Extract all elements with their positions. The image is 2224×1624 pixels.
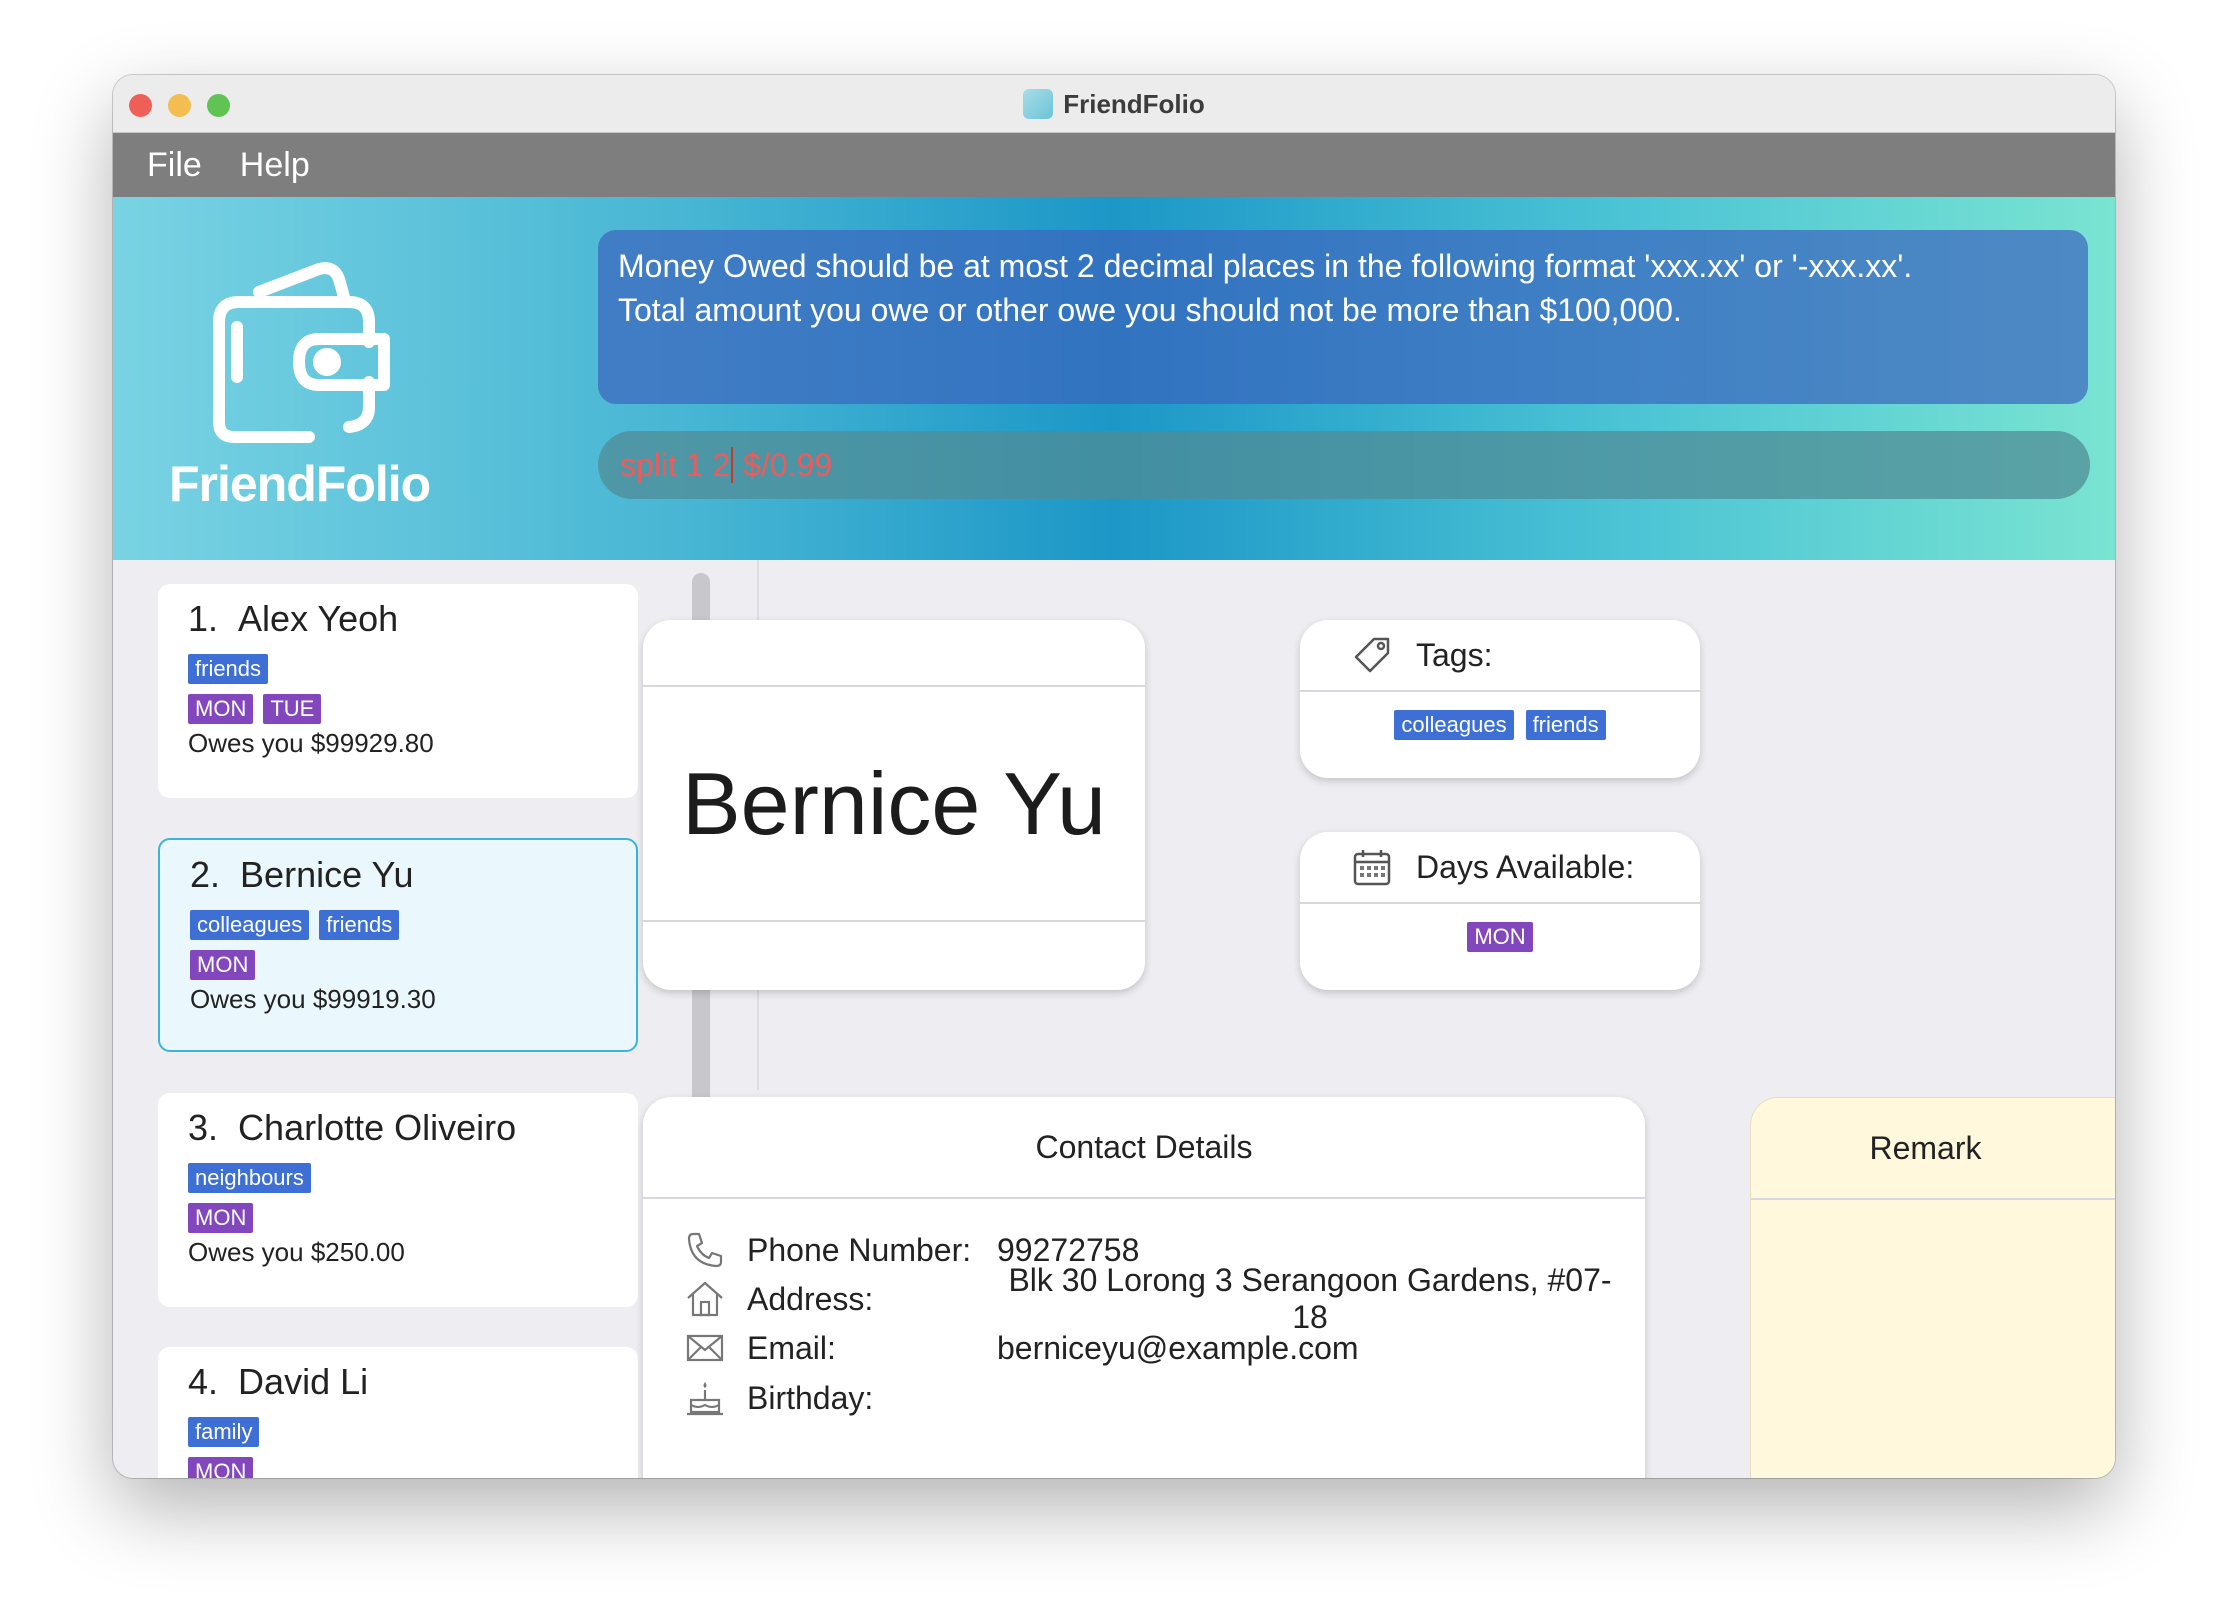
tags-label: Tags: [1416,636,1493,673]
title-bar: FriendFolio [113,75,2115,133]
tag-chip: colleagues [1394,710,1514,740]
tag-chip: colleagues [190,910,310,940]
window-title: FriendFolio [1063,88,1205,119]
email-row: Email: berniceyu@example.com [683,1323,1623,1373]
tag-chip: friends [319,910,400,940]
result-line: Money Owed should be at most 2 decimal p… [618,248,1913,284]
tag-icon [1354,637,1390,673]
app-icon [1023,89,1054,119]
remark-title: Remark [1751,1098,2115,1200]
day-chip: MON [190,950,256,980]
tag-chip: friends [1525,710,1606,740]
birthday-row: Birthday: [683,1373,1623,1423]
tag-chip: friends [188,654,269,684]
day-chip: MON [188,1457,254,1478]
menu-bar: File Help [113,133,2115,197]
tags-card: Tags: colleagues friends [1300,620,1700,778]
detail-name: Bernice Yu [681,753,1106,853]
result-display: Money Owed should be at most 2 decimal p… [598,230,2088,404]
address-label: Address: [747,1280,874,1317]
result-line: Total amount you owe or other owe you sh… [618,292,1682,328]
birthday-label: Birthday: [747,1379,874,1416]
app-window: FriendFolio File Help FriendFolio Money … [113,75,2115,1478]
command-input[interactable]: split 1 2 $/0.99 [598,431,2090,499]
person-card-selected[interactable]: 2. Bernice Yu colleagues friends MON Owe… [158,838,638,1052]
day-chip: MON [1467,922,1533,952]
menu-help[interactable]: Help [240,146,310,185]
wallet-icon [213,262,390,443]
app-logo: FriendFolio [169,257,431,512]
person-card[interactable]: 4. David Li family MON [158,1347,638,1478]
calendar-icon [1353,850,1391,886]
person-name: 3. Charlotte Oliveiro [188,1107,517,1148]
name-card: Bernice Yu [643,620,1145,990]
tag-chip: neighbours [188,1163,311,1193]
phone-icon [687,1232,723,1268]
command-text: split 1 2 [620,446,731,483]
phone-label: Phone Number: [747,1231,972,1268]
contact-details-title: Contact Details [643,1097,1645,1199]
owes-text: Owes you $250.00 [188,1237,405,1267]
email-value: berniceyu@example.com [997,1329,1359,1366]
person-name: 1. Alex Yeoh [188,598,399,639]
day-chip: MON [188,694,254,724]
tag-chip: family [188,1417,260,1447]
mail-icon [686,1334,724,1362]
address-row: Address: Blk 30 Lorong 3 Serangoon Garde… [683,1262,1623,1335]
cake-icon [687,1382,723,1416]
contact-details-card: Contact Details Phone Number: 99272758 A… [643,1097,1645,1478]
person-card[interactable]: 1. Alex Yeoh friends MON TUE Owes you $9… [158,584,638,798]
days-available-card: Days Available: MON [1300,832,1700,990]
day-chip: TUE [263,694,322,724]
days-label: Days Available: [1416,848,1635,885]
person-card[interactable]: 3. Charlotte Oliveiro neighbours MON Owe… [158,1093,638,1307]
email-label: Email: [747,1329,836,1366]
person-name: 2. Bernice Yu [190,854,414,895]
text-caret [731,447,734,483]
command-text-tail: $/0.99 [734,446,833,483]
logo-text: FriendFolio [169,456,431,512]
home-icon [687,1281,723,1317]
day-chip: MON [188,1203,254,1233]
person-name: 4. David Li [188,1361,369,1402]
owes-text: Owes you $99919.30 [190,984,436,1014]
menu-file[interactable]: File [147,146,202,185]
remark-card: Remark [1750,1097,2115,1478]
owes-text: Owes you $99929.80 [188,728,434,758]
header-banner: FriendFolio Money Owed should be at most… [113,197,2115,560]
